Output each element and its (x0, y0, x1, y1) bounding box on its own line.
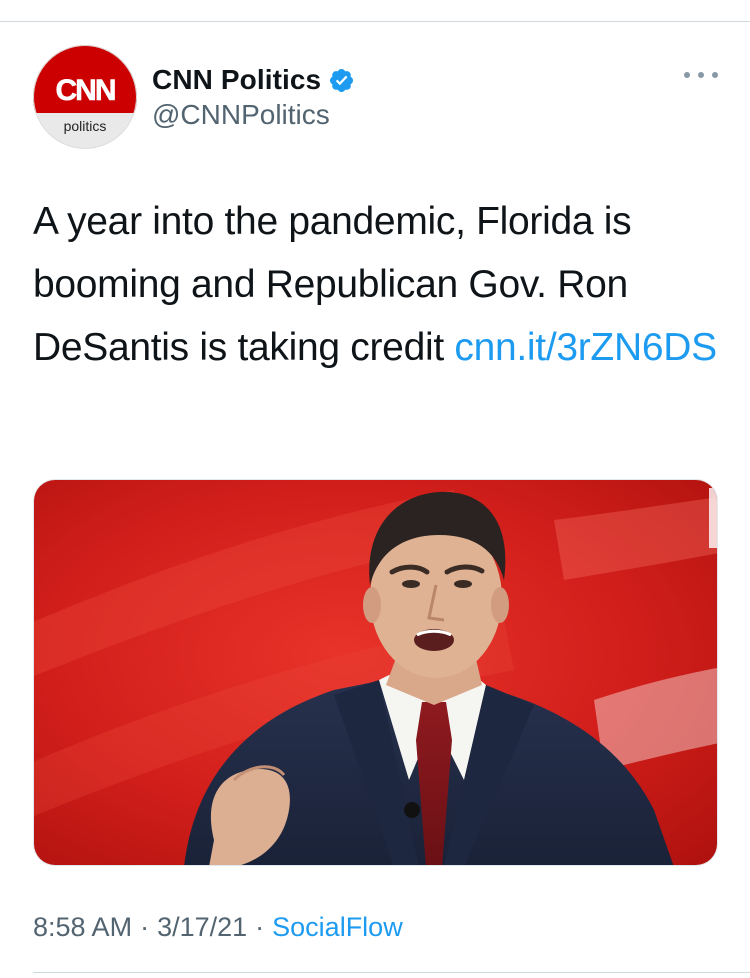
display-name[interactable]: CNN Politics (152, 64, 321, 96)
author-handle[interactable]: @CNNPolitics (152, 99, 330, 131)
top-divider (0, 21, 750, 22)
verified-badge-icon (328, 67, 355, 94)
more-dot (712, 72, 718, 78)
more-dot (684, 72, 690, 78)
bottom-divider (33, 972, 750, 973)
meta-separator: · (140, 912, 150, 942)
more-options-icon[interactable] (684, 68, 718, 82)
tweet-meta: 8:58 AM · 3/17/21 · SocialFlow (33, 912, 403, 943)
author-name-row[interactable]: CNN Politics (152, 62, 355, 98)
tweet-source-link[interactable]: SocialFlow (272, 912, 403, 943)
cnn-logo-text: CNN (56, 74, 115, 107)
more-dot (698, 72, 704, 78)
tweet-link[interactable]: cnn.it/3rZN6DS (454, 326, 717, 369)
avatar[interactable]: CNN politics (33, 45, 137, 149)
tweet-date[interactable]: 3/17/21 (157, 912, 247, 943)
tweet-time[interactable]: 8:58 AM (33, 912, 132, 943)
tweet-text: A year into the pandemic, Florida is boo… (33, 190, 723, 379)
meta-separator: · (255, 912, 265, 942)
avatar-sub-label: politics (64, 118, 107, 134)
tweet-media-photo[interactable] (33, 479, 718, 866)
